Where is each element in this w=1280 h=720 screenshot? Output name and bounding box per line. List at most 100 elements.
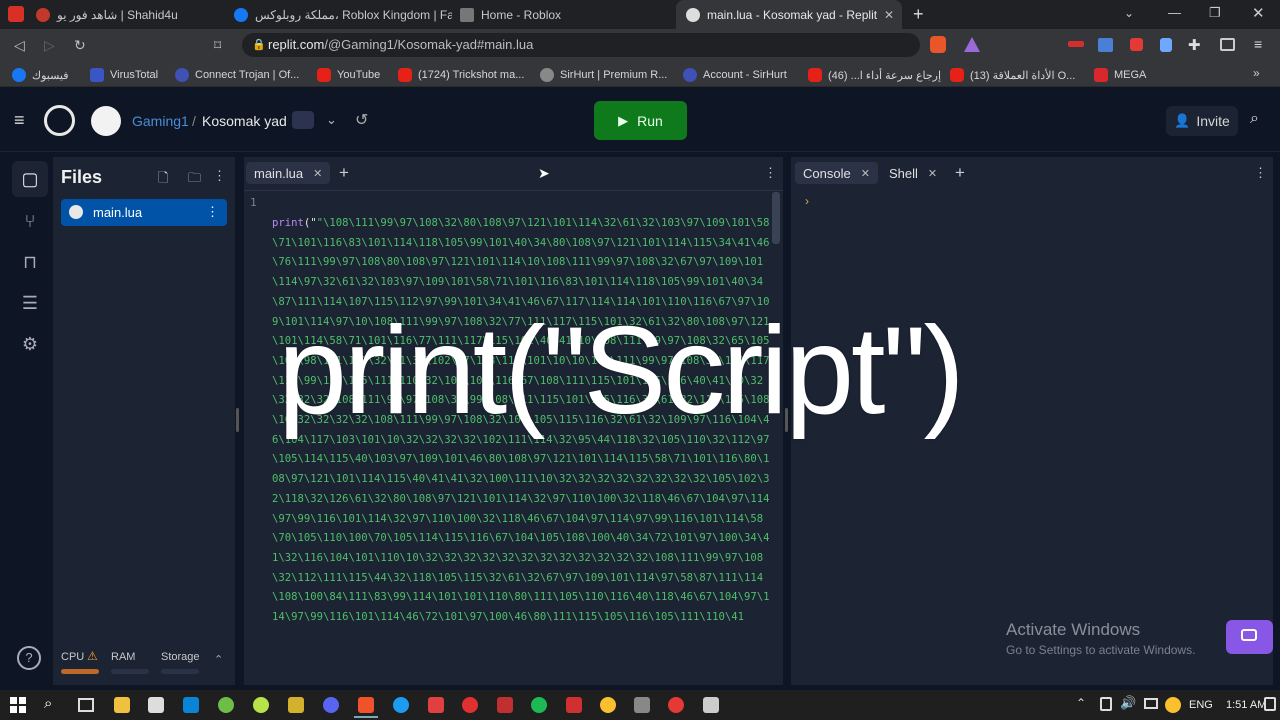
- app-icon[interactable]: [703, 697, 719, 713]
- owner-username[interactable]: Gaming1: [132, 113, 189, 129]
- bookmark-item[interactable]: فيسبوك: [12, 67, 68, 83]
- bookmark-icon[interactable]: ⌑: [214, 37, 221, 54]
- search-icon[interactable]: ⌕: [44, 695, 52, 712]
- volume-icon[interactable]: 🔊: [1120, 695, 1136, 711]
- repl-name[interactable]: Kosomak yad: [202, 113, 287, 129]
- edge-icon[interactable]: [393, 697, 409, 713]
- browser-tab-shahid[interactable]: شاهد فور يو | Shahid4u: [36, 0, 226, 29]
- replit-logo-icon[interactable]: [44, 105, 75, 136]
- close-tab-icon[interactable]: ✕: [884, 8, 902, 22]
- app-icon[interactable]: [428, 697, 444, 713]
- app-icon[interactable]: [218, 697, 234, 713]
- app-icon[interactable]: [497, 697, 513, 713]
- app-icon[interactable]: [253, 697, 269, 713]
- avatar[interactable]: [91, 106, 121, 136]
- language-indicator[interactable]: ENG: [1189, 699, 1213, 711]
- bookmark-item[interactable]: MEGA: [1094, 67, 1146, 83]
- brave-icon[interactable]: [358, 697, 374, 713]
- chevron-down-icon[interactable]: ⌄: [326, 112, 337, 128]
- close-icon[interactable]: ✕: [313, 167, 322, 180]
- reload-icon[interactable]: ↻: [74, 37, 86, 54]
- more-bookmarks-icon[interactable]: »: [1253, 66, 1260, 80]
- translate-icon[interactable]: [1098, 38, 1113, 52]
- search-icon[interactable]: ⌕: [1250, 110, 1259, 128]
- windows-start-icon[interactable]: [10, 697, 26, 713]
- puzzle-icon[interactable]: ✚: [1188, 36, 1201, 54]
- tab-search-icon[interactable]: ⌄: [1124, 6, 1134, 20]
- app-icon[interactable]: [566, 697, 582, 713]
- editor-scrollbar[interactable]: [772, 192, 780, 244]
- brave-rewards-icon[interactable]: [964, 37, 980, 52]
- bookmark-item[interactable]: SirHurt | Premium R...: [540, 67, 667, 83]
- clock[interactable]: 1:51 AM: [1226, 699, 1266, 711]
- add-tab-icon[interactable]: +: [955, 163, 965, 183]
- bookmark-item[interactable]: VirusTotal: [90, 67, 158, 83]
- back-icon[interactable]: ◁: [14, 37, 25, 54]
- resize-handle[interactable]: [236, 408, 239, 432]
- store-icon[interactable]: [148, 697, 164, 713]
- settings-gear-icon[interactable]: ⚙: [17, 331, 43, 357]
- git-branch-icon[interactable]: ⑂: [17, 208, 43, 234]
- app-icon[interactable]: [668, 697, 684, 713]
- bookmark-item[interactable]: (1724) Trickshot ma...: [398, 67, 524, 83]
- files-icon[interactable]: ▢: [17, 166, 43, 192]
- file-item-main-lua[interactable]: main.lua ⋮: [61, 199, 227, 226]
- editor-menu-icon[interactable]: ⋮: [764, 165, 777, 181]
- notifications-icon[interactable]: [1264, 697, 1276, 711]
- bookmark-item[interactable]: Connect Trojan | Of...: [175, 67, 299, 83]
- chrome-icon[interactable]: [600, 697, 616, 713]
- database-icon[interactable]: ☰: [17, 290, 43, 316]
- resource-meters[interactable]: CPU ⚠ RAM Storage ⌃: [61, 649, 223, 674]
- new-file-icon[interactable]: 🗋: [158, 169, 168, 191]
- tab-main-lua[interactable]: main.lua ✕: [246, 162, 331, 184]
- spotify-icon[interactable]: [531, 697, 547, 713]
- wallet-icon[interactable]: [1220, 38, 1235, 51]
- file-menu-icon[interactable]: ⋮: [206, 204, 219, 220]
- network-icon[interactable]: [1144, 698, 1158, 709]
- bookmark-item[interactable]: Account - SirHurt: [683, 67, 787, 83]
- run-button[interactable]: ▶ Run: [594, 101, 687, 140]
- minimize-icon[interactable]: —: [1168, 5, 1181, 20]
- help-icon[interactable]: ?: [17, 646, 41, 670]
- tab-shell[interactable]: Shell ✕: [881, 162, 945, 184]
- app-icon[interactable]: [634, 697, 650, 713]
- chat-button[interactable]: [1226, 620, 1273, 654]
- bookmark-item[interactable]: الأداة العملاقة (13) O...: [950, 67, 1075, 83]
- close-icon[interactable]: ✕: [861, 167, 870, 180]
- discord-icon[interactable]: [323, 697, 339, 713]
- forward-icon[interactable]: ▷: [44, 37, 55, 54]
- extension-icon[interactable]: [1130, 38, 1143, 51]
- browser-tab-roblox-home[interactable]: Home - Roblox: [460, 0, 670, 29]
- chrome-icon[interactable]: [1165, 697, 1181, 713]
- extension-icon[interactable]: [1068, 41, 1084, 47]
- task-view-icon[interactable]: [78, 698, 94, 712]
- close-window-icon[interactable]: ✕: [1252, 4, 1265, 22]
- console-menu-icon[interactable]: ⋮: [1254, 165, 1267, 181]
- mail-icon[interactable]: [183, 697, 199, 713]
- history-icon[interactable]: ↺: [355, 110, 368, 130]
- close-icon[interactable]: ✕: [928, 167, 937, 180]
- menu-icon[interactable]: ≡: [1254, 36, 1262, 52]
- code-content[interactable]: print(""\108\111\99\97\108\32\80\108\97\…: [272, 214, 772, 684]
- chevron-up-icon[interactable]: ⌃: [214, 653, 223, 666]
- new-tab-icon[interactable]: +: [913, 4, 924, 25]
- app-icon[interactable]: [288, 697, 304, 713]
- file-explorer-icon[interactable]: [114, 697, 130, 713]
- tray-chevron-icon[interactable]: ⌃: [1076, 696, 1086, 710]
- browser-app-icon[interactable]: [8, 6, 24, 22]
- bookmark-item[interactable]: إرجاع سرعة أداء ا... (46): [808, 67, 941, 83]
- hamburger-menu-icon[interactable]: ≡: [14, 111, 25, 129]
- tab-console[interactable]: Console ✕: [795, 162, 878, 184]
- bookmark-item[interactable]: YouTube: [317, 67, 380, 83]
- lock-icon[interactable]: ⊓: [17, 249, 43, 275]
- brave-shield-icon[interactable]: [930, 36, 946, 53]
- invite-button[interactable]: 👤 Invite: [1166, 106, 1238, 136]
- browser-tab-roblox-kingdom[interactable]: مملكة روبلوكس، Roblox Kingdom | Fac: [234, 0, 452, 29]
- app-icon[interactable]: [462, 697, 478, 713]
- files-menu-icon[interactable]: ⋮: [213, 168, 226, 184]
- battery-icon[interactable]: [1100, 697, 1112, 711]
- browser-tab-replit[interactable]: main.lua - Kosomak yad - Replit ✕: [676, 0, 902, 29]
- add-tab-icon[interactable]: +: [339, 163, 349, 183]
- url-bar[interactable]: 🔒 replit.com/@Gaming1/Kosomak-yad#main.l…: [242, 33, 920, 57]
- new-folder-icon[interactable]: 🗀: [188, 169, 201, 191]
